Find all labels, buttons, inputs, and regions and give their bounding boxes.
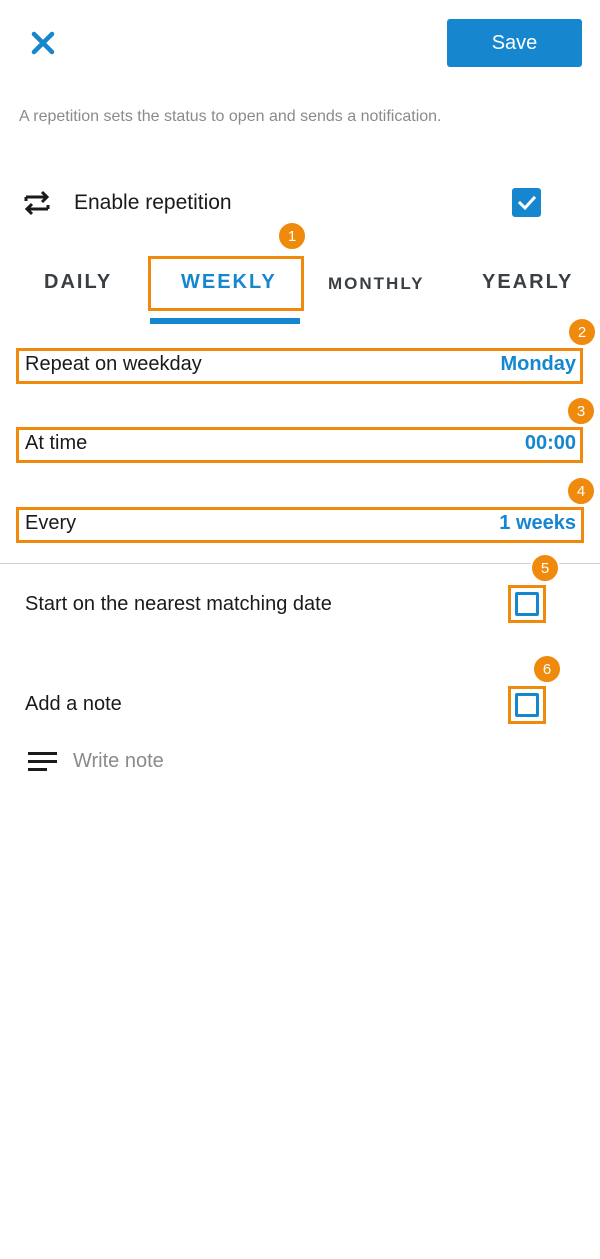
every-label: Every [25,512,77,534]
notes-icon [28,751,58,773]
divider [0,563,600,564]
repetition-hint: A repetition sets the status to open and… [19,108,442,125]
annotation-badge-2: 2 [567,317,597,347]
enable-repetition-checkbox[interactable] [512,188,541,217]
annotation-badge-3: 3 [566,396,596,426]
time-value[interactable]: 00:00 [380,432,576,455]
close-button[interactable] [26,26,60,60]
annotation-badge-1: 1 [277,221,307,251]
highlight-box-weekly [148,256,304,311]
enable-repetition-label: Enable repetition [74,191,232,214]
checkmark-icon [517,195,536,210]
annotation-badge-6: 6 [532,654,562,684]
start-nearest-label: Start on the nearest matching date [25,593,332,615]
active-tab-indicator [150,318,300,324]
time-label: At time [25,432,88,454]
repeat-icon [22,188,52,218]
save-button[interactable]: Save [447,19,582,67]
tab-daily[interactable]: DAILY [44,271,112,294]
add-note-label: Add a note [25,693,122,715]
weekday-label: Repeat on weekday [25,353,202,375]
annotation-badge-4: 4 [566,476,596,506]
every-value[interactable]: 1 weeks [380,512,576,535]
start-nearest-checkbox[interactable] [515,592,539,616]
close-icon[interactable] [26,26,60,60]
tab-monthly[interactable]: MONTHLY [328,274,425,294]
annotation-badge-5: 5 [530,553,560,583]
note-input[interactable] [73,744,473,778]
tab-yearly[interactable]: YEARLY [482,271,573,294]
weekday-value[interactable]: Monday [380,353,576,376]
add-note-checkbox[interactable] [515,693,539,717]
